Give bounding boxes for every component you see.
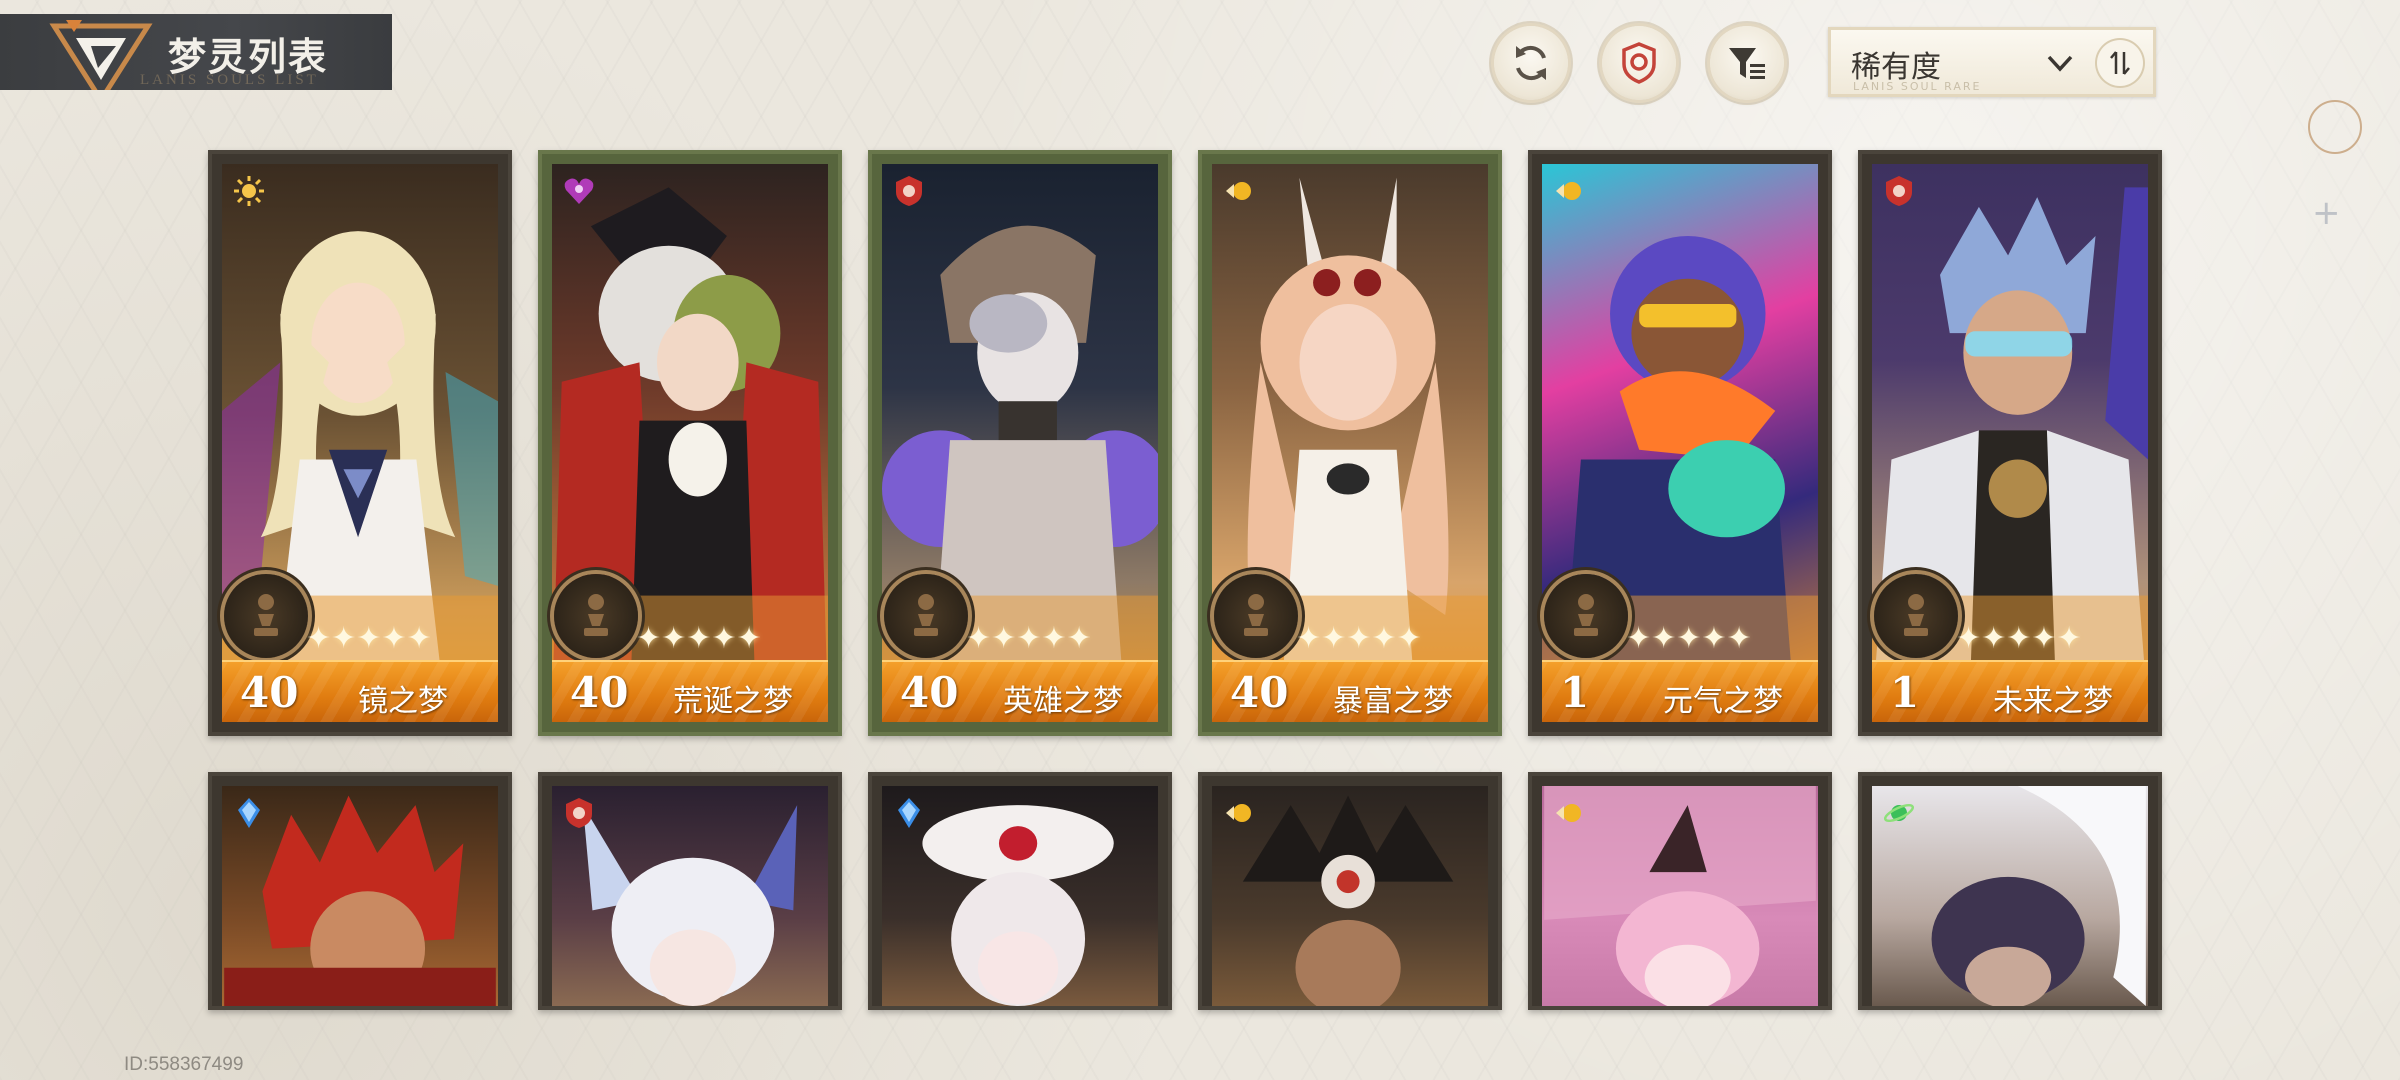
character-card[interactable]: [538, 772, 842, 1010]
player-id: ID:558367499: [124, 1054, 244, 1075]
gold-orb-icon: [1556, 804, 1581, 822]
character-card[interactable]: ✦✦✦✦✦ 40 荒诞之梦: [538, 150, 842, 736]
card-name: 英雄之梦: [1003, 684, 1123, 719]
pawn-icon: [1574, 594, 1598, 636]
star-rating: ✦✦✦✦✦: [1626, 621, 1752, 656]
filter-button[interactable]: [1710, 26, 1784, 100]
filter-icon: [1729, 48, 1765, 79]
card-name: 镜之梦: [358, 684, 448, 719]
card-footer: 40 镜之梦: [222, 660, 498, 722]
card-art: [1872, 786, 2148, 1006]
chevron-down-icon: [2047, 55, 2073, 72]
equip-slot-button[interactable]: [1214, 574, 1298, 658]
red-shield-icon: [1886, 176, 1912, 206]
character-card[interactable]: [868, 772, 1172, 1010]
star-rating: ✦✦✦✦✦: [966, 621, 1092, 656]
page-subtitle: LANIS SOULS LIST: [140, 72, 319, 88]
sort-dropdown[interactable]: 稀有度 LANIS SOUL RARE: [1828, 27, 2156, 97]
card-level: 40: [570, 668, 629, 717]
triangle-logo-icon: [49, 20, 153, 90]
decorative-plus: +: [2312, 193, 2341, 233]
equip-slot-button[interactable]: [884, 574, 968, 658]
card-footer: 1 未来之梦: [1872, 660, 2148, 722]
badge-button[interactable]: [1602, 26, 1676, 100]
equip-slot-button[interactable]: [1874, 574, 1958, 658]
card-level: 1: [1890, 668, 1920, 717]
card-art: [882, 786, 1158, 1006]
pawn-icon: [584, 594, 608, 636]
card-footer: 40 暴富之梦: [1212, 660, 1488, 722]
star-rating: ✦✦✦✦✦: [1296, 621, 1422, 656]
refresh-icon: [1516, 45, 1546, 81]
pawn-icon: [1244, 594, 1268, 636]
card-art: [1212, 786, 1488, 1006]
blue-crystal-icon: [238, 798, 260, 828]
card-name: 荒诞之梦: [673, 684, 793, 719]
character-card[interactable]: [1858, 772, 2162, 1010]
gold-orb-icon: [1226, 804, 1251, 822]
heart-icon: [564, 178, 594, 204]
card-art: [222, 786, 498, 1006]
card-footer: 1 元气之梦: [1542, 660, 1818, 722]
decorative-ring: [2308, 100, 2362, 154]
card-level: 1: [1560, 668, 1590, 717]
character-card[interactable]: ✦✦✦✦✦ 1 元气之梦: [1528, 150, 1832, 736]
card-footer: 40 英雄之梦: [882, 660, 1158, 722]
pawn-icon: [914, 594, 938, 636]
title-banner[interactable]: 梦灵列表 LANIS SOULS LIST: [0, 14, 392, 90]
red-shield-icon: [566, 798, 592, 828]
red-shield-icon: [896, 176, 922, 206]
sort-order-button[interactable]: [2097, 40, 2143, 86]
character-card[interactable]: [1198, 772, 1502, 1010]
badge-icon: [1622, 42, 1656, 84]
character-card[interactable]: [208, 772, 512, 1010]
green-planet-icon: [1883, 803, 1915, 823]
equip-slot-button[interactable]: [554, 574, 638, 658]
blue-crystal-icon: [898, 798, 920, 828]
sun-icon: [234, 176, 264, 206]
character-card[interactable]: ✦✦✦✦✦ 40 镜之梦: [208, 150, 512, 736]
card-level: 40: [240, 668, 299, 717]
equip-slot-button[interactable]: [1544, 574, 1628, 658]
card-art: [1542, 786, 1818, 1006]
refresh-button[interactable]: [1494, 26, 1568, 100]
pawn-icon: [254, 594, 278, 636]
card-name: 未来之梦: [1993, 684, 2113, 719]
card-name: 暴富之梦: [1333, 684, 1453, 719]
sort-order-icon: [2110, 51, 2130, 75]
gold-orb-icon: [1226, 182, 1251, 200]
card-level: 40: [1230, 668, 1289, 717]
equip-slot-button[interactable]: [224, 574, 308, 658]
star-rating: ✦✦✦✦✦: [636, 621, 762, 656]
gold-orb-icon: [1556, 182, 1581, 200]
character-card[interactable]: ✦✦✦✦✦ 40 英雄之梦: [868, 150, 1172, 736]
card-art: [552, 786, 828, 1006]
sort-sublabel: LANIS SOUL RARE: [1853, 80, 1982, 93]
character-card[interactable]: [1528, 772, 1832, 1010]
card-footer: 40 荒诞之梦: [552, 660, 828, 722]
card-name: 元气之梦: [1663, 684, 1783, 719]
character-card[interactable]: ✦✦✦✦✦ 40 暴富之梦: [1198, 150, 1502, 736]
star-rating: ✦✦✦✦✦: [306, 621, 432, 656]
star-rating: ✦✦✦✦✦: [1956, 621, 2082, 656]
pawn-icon: [1904, 594, 1928, 636]
character-card[interactable]: ✦✦✦✦✦ 1 未来之梦: [1858, 150, 2162, 736]
card-level: 40: [900, 668, 959, 717]
